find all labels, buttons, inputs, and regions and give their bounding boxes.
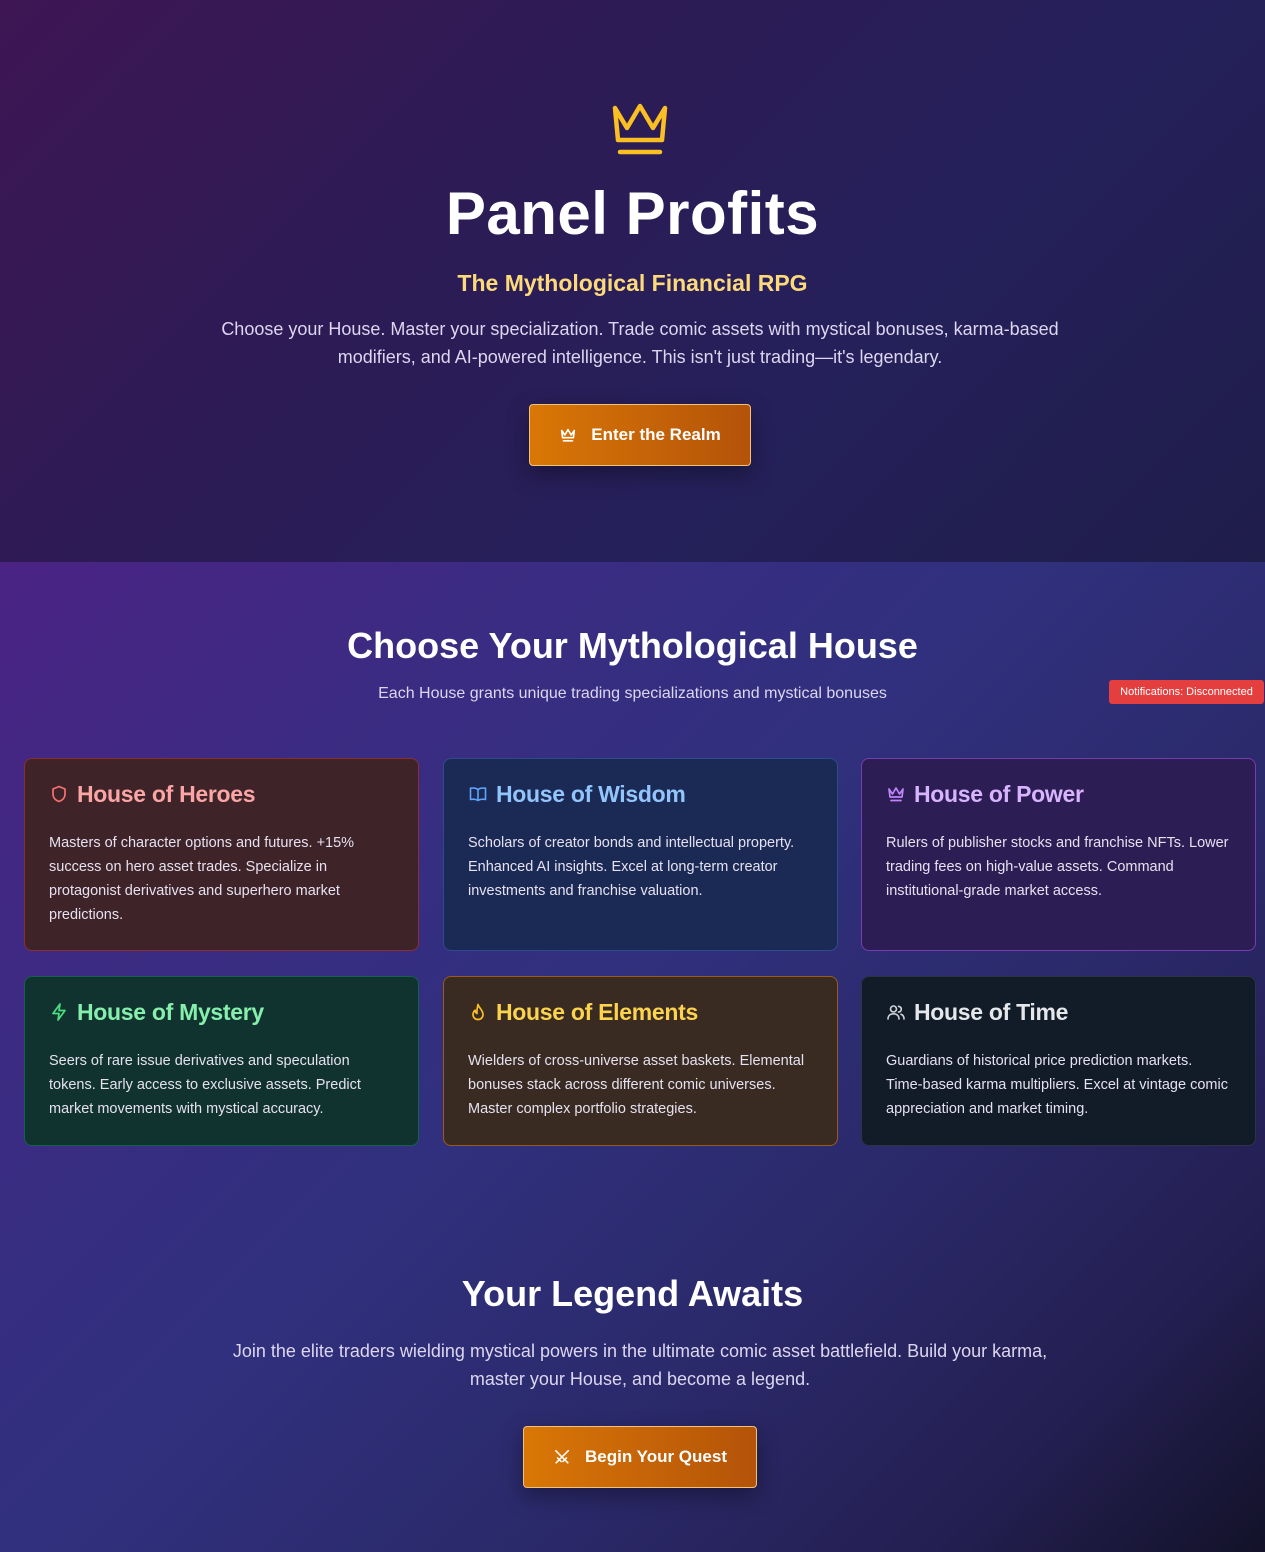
- enter-realm-label: Enter the Realm: [591, 425, 721, 444]
- crown-icon: [888, 787, 904, 802]
- house-card-wisdom[interactable]: House of Wisdom Scholars of creator bond…: [443, 758, 838, 951]
- house-description: Rulers of publisher stocks and franchise…: [886, 835, 1229, 899]
- house-card-time[interactable]: House of Time Guardians of historical pr…: [861, 976, 1256, 1146]
- houses-title: Choose Your Mythological House: [347, 625, 918, 666]
- page-subtitle: The Mythological Financial RPG: [457, 270, 808, 296]
- house-title: House of Time: [914, 998, 1069, 1025]
- hero-description: Choose your House. Master your specializ…: [221, 319, 1059, 367]
- legend-description: Join the elite traders wielding mystical…: [232, 1341, 1048, 1389]
- crown-icon: [612, 103, 668, 155]
- legend-title: Your Legend Awaits: [461, 1273, 804, 1314]
- crown-icon: [561, 428, 576, 442]
- house-title: House of Mystery: [77, 998, 264, 1025]
- house-description: Wielders of cross-universe asset baskets…: [468, 1053, 805, 1117]
- begin-quest-button[interactable]: Begin Your Quest: [523, 1426, 757, 1488]
- begin-quest-label: Begin Your Quest: [584, 1447, 727, 1466]
- house-title: House of Heroes: [77, 780, 256, 807]
- page-title: Panel Profits: [445, 180, 820, 247]
- house-description: Guardians of historical price prediction…: [886, 1053, 1228, 1117]
- house-card-power[interactable]: House of Power Rulers of publisher stock…: [861, 758, 1256, 951]
- house-card-mystery[interactable]: House of Mystery Seers of rare issue der…: [24, 976, 419, 1146]
- house-description: Scholars of creator bonds and intellectu…: [468, 835, 795, 899]
- shield-icon: [52, 785, 66, 803]
- book-icon: [469, 787, 487, 802]
- house-title: House of Power: [914, 780, 1084, 807]
- lightning-icon: [52, 1003, 66, 1021]
- notification-status-badge: Notifications: Disconnected: [1109, 680, 1264, 704]
- flame-icon: [472, 1003, 484, 1021]
- house-title: House of Wisdom: [496, 780, 686, 807]
- house-description: Masters of character options and futures…: [49, 835, 355, 923]
- house-description: Seers of rare issue derivatives and spec…: [49, 1053, 361, 1117]
- enter-realm-button[interactable]: Enter the Realm: [529, 404, 751, 466]
- house-card-elements[interactable]: House of Elements Wielders of cross-univ…: [443, 976, 838, 1146]
- house-card-heroes[interactable]: House of Heroes Masters of character opt…: [24, 758, 419, 951]
- house-title: House of Elements: [496, 998, 698, 1025]
- swords-icon: [554, 1449, 570, 1464]
- hero-section: Panel Profits The Mythological Financial…: [0, 0, 1265, 562]
- houses-subtitle: Each House grants unique trading special…: [378, 685, 887, 702]
- users-icon: [887, 1005, 905, 1020]
